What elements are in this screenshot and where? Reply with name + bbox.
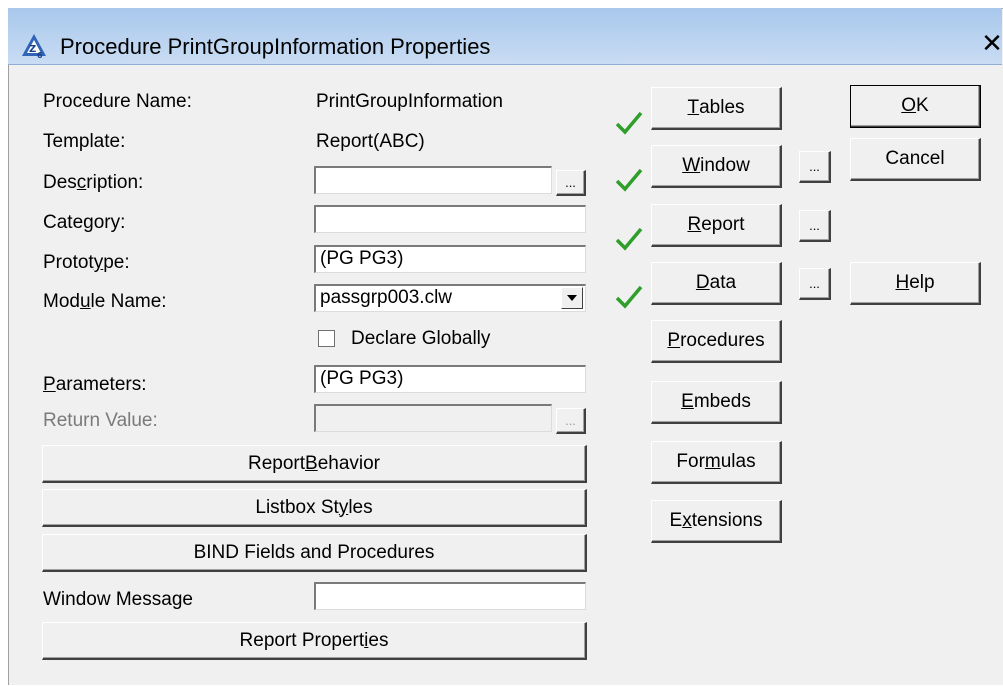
- tables-check-icon: [615, 111, 643, 135]
- parameters-label: Parameters:: [43, 374, 147, 395]
- window-ellipsis-button[interactable]: ...: [799, 151, 831, 183]
- procedure-name-value: PrintGroupInformation: [316, 91, 503, 112]
- report-properties-button[interactable]: Report Propert i es: [42, 622, 587, 660]
- prototype-input[interactable]: (PG PG3): [314, 245, 586, 273]
- data-button[interactable]: Data: [651, 262, 782, 305]
- return-value-input: [314, 404, 552, 432]
- cancel-button[interactable]: Cancel: [850, 138, 981, 181]
- report-check-icon: [615, 227, 643, 251]
- return-value-label: Return Value:: [43, 410, 158, 431]
- procedures-button[interactable]: Procedures: [651, 320, 782, 363]
- category-label: Category:: [43, 212, 126, 233]
- ok-button[interactable]: OK: [850, 85, 981, 128]
- close-icon[interactable]: ✕: [978, 30, 1003, 58]
- title-bar[interactable]: Z 6 Procedure PrintGroupInformation Prop…: [8, 8, 1003, 65]
- report-ellipsis-button[interactable]: ...: [799, 210, 831, 242]
- clarion-app-icon: Z 6: [22, 34, 46, 60]
- svg-text:6: 6: [37, 51, 43, 60]
- window-check-icon: [615, 168, 643, 192]
- data-check-icon: [615, 285, 643, 309]
- prototype-label: Prototype:: [43, 252, 130, 273]
- parameters-input[interactable]: (PG PG3): [314, 365, 586, 393]
- window-message-input[interactable]: [314, 582, 586, 610]
- module-name-value: passgrp003.clw: [320, 287, 453, 308]
- declare-globally-label: Declare Globally: [351, 328, 491, 349]
- window-message-label: Window Message: [43, 589, 193, 610]
- data-ellipsis-button[interactable]: ...: [799, 268, 831, 300]
- category-input[interactable]: [314, 205, 586, 233]
- tables-button[interactable]: Tables: [651, 87, 782, 130]
- bind-fields-button[interactable]: BIND Fields and Procedures: [42, 534, 587, 572]
- module-name-label: Module Name:: [43, 291, 167, 312]
- window-button[interactable]: Window: [651, 145, 782, 188]
- listbox-styles-button[interactable]: Listbox St y les: [42, 489, 587, 527]
- declare-globally-checkbox[interactable]: [318, 330, 335, 347]
- svg-text:Z: Z: [29, 44, 36, 55]
- report-behavior-button[interactable]: Report Behavior: [42, 445, 587, 483]
- extensions-button[interactable]: Ex tensions: [651, 500, 782, 543]
- template-value: Report(ABC): [316, 131, 425, 152]
- template-label: Template:: [43, 131, 126, 152]
- description-label: Description:: [43, 172, 144, 193]
- module-name-select[interactable]: passgrp003.clw: [314, 284, 586, 312]
- window-title: Procedure PrintGroupInformation Properti…: [60, 34, 491, 59]
- procedure-name-label: Procedure Name:: [43, 91, 192, 112]
- description-input[interactable]: [314, 166, 552, 194]
- description-ellipsis-button[interactable]: ...: [556, 170, 586, 196]
- help-button[interactable]: Help: [850, 262, 981, 305]
- return-value-ellipsis-button: ...: [556, 408, 586, 434]
- dropdown-arrow-icon[interactable]: [561, 287, 583, 309]
- embeds-button[interactable]: Embeds: [651, 381, 782, 424]
- formulas-button[interactable]: For m ulas: [651, 441, 782, 484]
- report-button[interactable]: Report: [651, 204, 782, 247]
